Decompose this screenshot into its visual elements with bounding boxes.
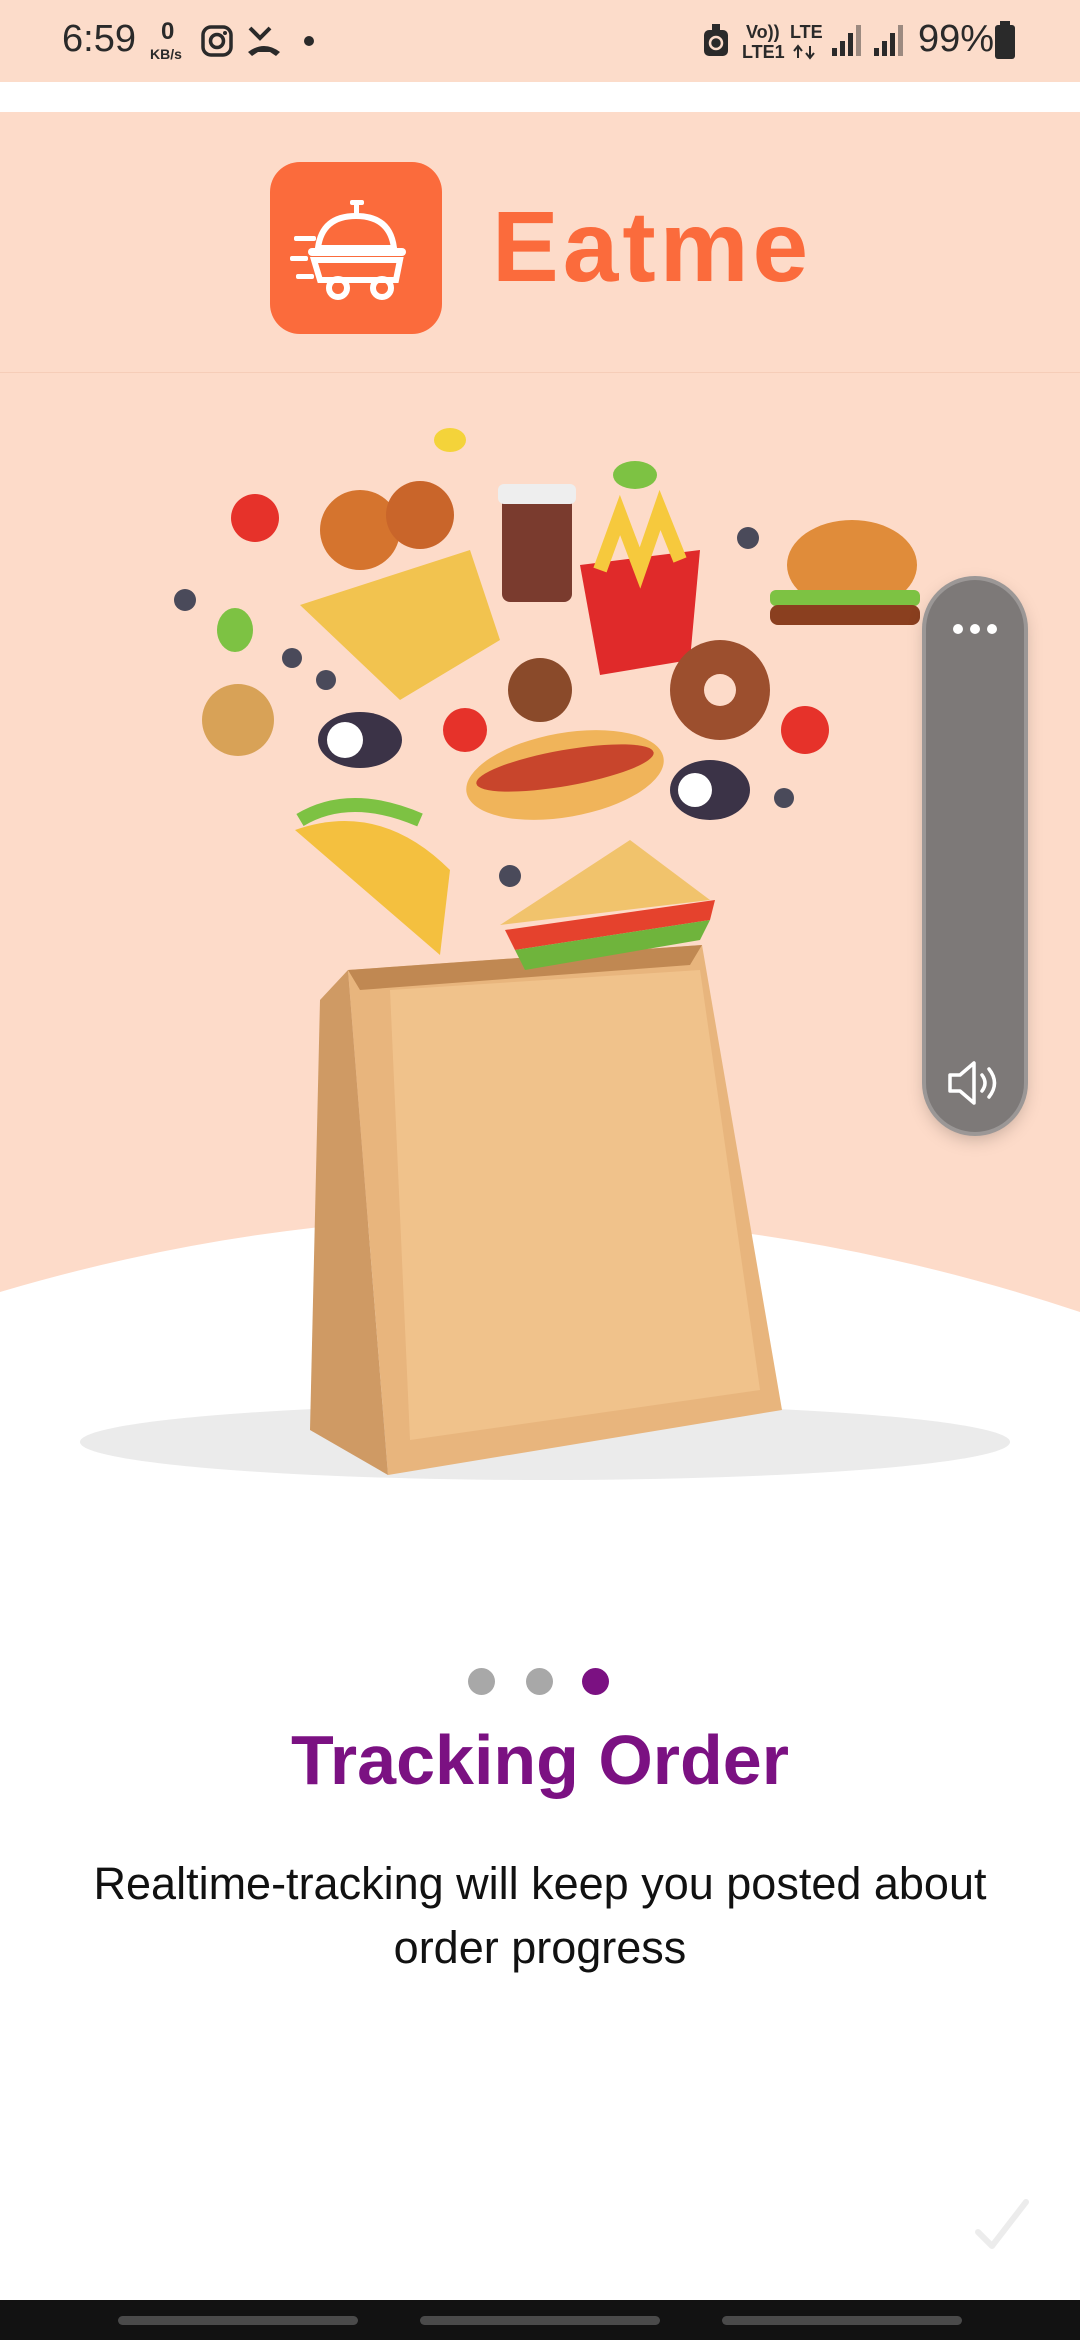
- net-speed-unit: KB/s: [150, 46, 182, 62]
- net-speed-value: 0: [161, 18, 175, 45]
- onboarding-description: Realtime-tracking will keep you posted a…: [93, 1858, 987, 1973]
- more-horizontal-icon[interactable]: [951, 622, 999, 636]
- missed-call-icon: [248, 26, 280, 56]
- volte-label: Vo)): [746, 22, 780, 42]
- notification-dot: [304, 36, 314, 46]
- nav-back-button[interactable]: [722, 2316, 962, 2325]
- page-dot-1[interactable]: [468, 1668, 495, 1695]
- system-navigation-bar: [0, 2300, 1080, 2340]
- alarm-icon: [704, 24, 728, 56]
- nav-home-button[interactable]: [420, 2316, 660, 2325]
- top-divider: [0, 82, 1080, 112]
- app-logo: [270, 162, 442, 334]
- instagram-icon: [201, 25, 233, 57]
- food-items-art: [174, 428, 920, 1475]
- floating-sound-panel[interactable]: [926, 580, 1024, 1132]
- onboarding-title: Tracking Order: [291, 1721, 789, 1799]
- checkmark-icon[interactable]: [972, 2196, 1032, 2252]
- brand-name: Eatme: [492, 191, 813, 303]
- battery-icon: [995, 21, 1015, 59]
- nav-recents-button[interactable]: [118, 2316, 358, 2325]
- battery-percent: 99%: [918, 18, 995, 60]
- signal-icon-sim2: [874, 25, 903, 56]
- data-arrows-icon: [793, 44, 815, 60]
- page-dot-3-active[interactable]: [582, 1668, 609, 1695]
- status-bar: 6:59 0 KB/s Vo)) LTE1 LTE 99%: [0, 0, 1080, 82]
- page-dot-2[interactable]: [526, 1668, 553, 1695]
- signal-icon-sim1: [832, 25, 861, 56]
- delivery-scooter-icon: [290, 200, 406, 300]
- lte1-label: LTE1: [742, 42, 785, 62]
- page-indicator: [464, 1668, 614, 1698]
- status-time: 6:59: [62, 18, 136, 60]
- lte-label: LTE: [790, 22, 823, 42]
- speaker-icon[interactable]: [946, 1058, 1004, 1108]
